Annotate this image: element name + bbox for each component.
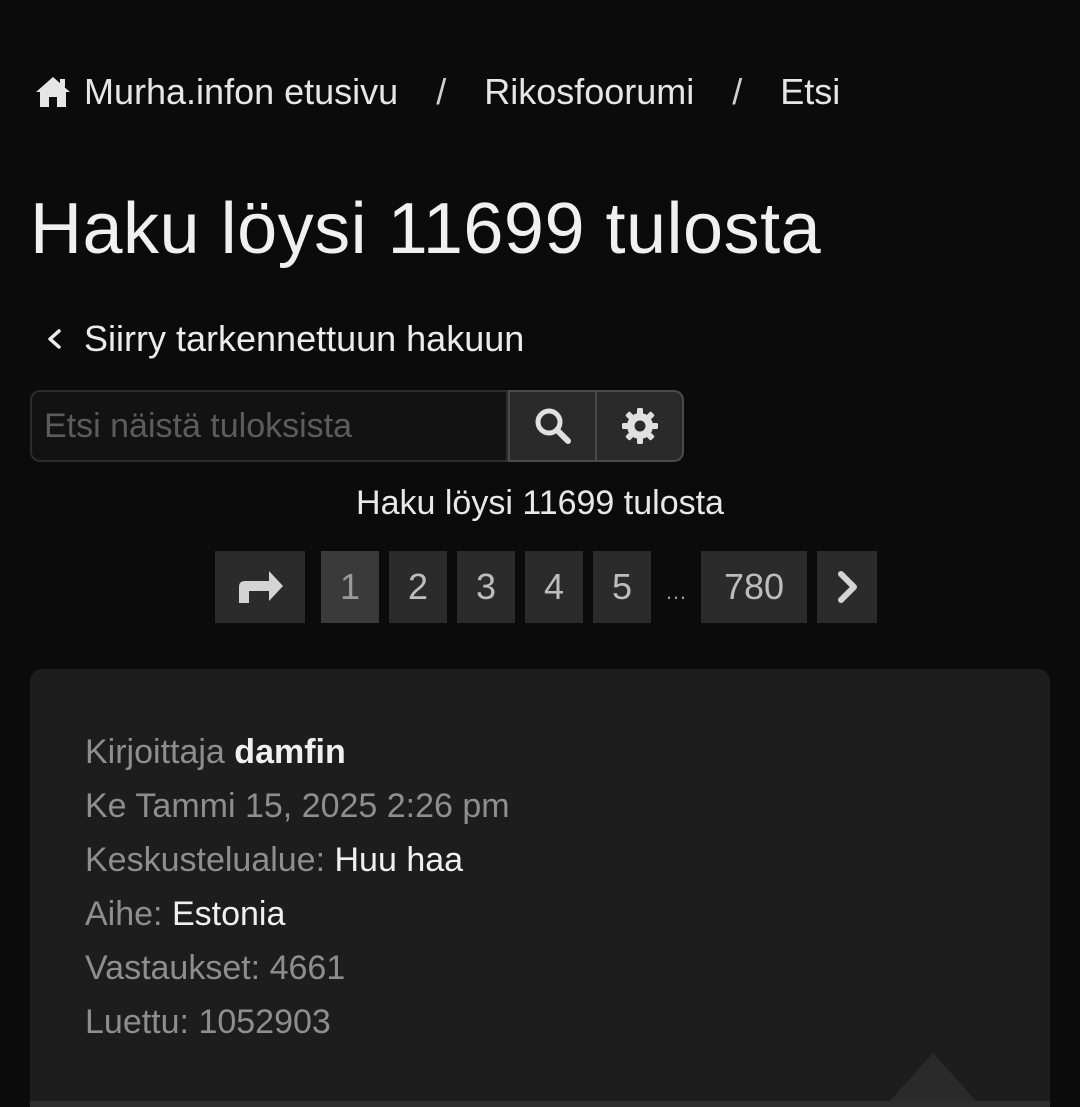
search-icon (535, 408, 571, 444)
breadcrumb: Murha.infon etusivu / Rikosfoorumi / Ets… (34, 64, 840, 120)
result-count: Haku löysi 11699 tulosta (356, 484, 724, 522)
result-forum-row: Keskustelualue: Huu haa (85, 833, 510, 887)
breadcrumb-forum[interactable]: Rikosfoorumi (484, 71, 694, 113)
page-4[interactable]: 4 (525, 551, 583, 623)
search-settings-button[interactable] (596, 390, 684, 462)
page-2[interactable]: 2 (389, 551, 447, 623)
author-link[interactable]: damfin (234, 733, 345, 771)
forum-link[interactable]: Huu haa (335, 841, 464, 879)
views-label: Luettu: (85, 1003, 189, 1041)
result-meta: Kirjoittaja damfin Ke Tammi 15, 2025 2:2… (85, 725, 510, 1049)
result-author-row: Kirjoittaja damfin (85, 725, 510, 779)
search-form (30, 390, 684, 462)
advanced-search-label: Siirry tarkennettuun hakuun (84, 318, 525, 359)
pagination: 1 2 3 4 5 … 780 (215, 551, 877, 623)
breadcrumb-separator: / (732, 71, 743, 112)
breadcrumb-separator: / (436, 71, 447, 112)
breadcrumb-current[interactable]: Etsi (780, 71, 840, 113)
views-count: 1052903 (198, 1003, 331, 1041)
result-topic-row: Aihe: Estonia (85, 887, 510, 941)
result-replies-row: Vastaukset: 4661 (85, 941, 510, 995)
breadcrumb-home-label: Murha.infon etusivu (84, 71, 399, 112)
pagination-ellipsis: … (665, 579, 687, 604)
breadcrumb-home[interactable]: Murha.infon etusivu (34, 71, 398, 113)
chevron-left-icon (48, 329, 61, 349)
advanced-search-link[interactable]: Siirry tarkennettuun hakuun (42, 314, 524, 364)
home-icon (36, 77, 70, 107)
search-button[interactable] (508, 390, 596, 462)
forum-label: Keskustelualue: (85, 841, 326, 879)
gear-icon (621, 408, 658, 444)
jump-to-page-button[interactable] (215, 551, 305, 623)
page-last[interactable]: 780 (701, 551, 807, 623)
page-5[interactable]: 5 (593, 551, 651, 623)
next-page-button[interactable] (817, 551, 877, 623)
page-3[interactable]: 3 (457, 551, 515, 623)
replies-label: Vastaukset: (85, 949, 261, 987)
chevron-right-icon (838, 571, 857, 603)
result-views-row: Luettu: 1052903 (85, 995, 510, 1049)
page-1[interactable]: 1 (321, 551, 379, 623)
share-forward-icon (239, 571, 283, 603)
search-results-page: Murha.infon etusivu / Rikosfoorumi / Ets… (0, 0, 1080, 1107)
result-date: Ke Tammi 15, 2025 2:26 pm (85, 787, 510, 825)
topic-label: Aihe: (85, 895, 163, 933)
search-input[interactable] (30, 390, 508, 462)
card-divider (30, 1101, 1050, 1107)
search-result-card: Kirjoittaja damfin Ke Tammi 15, 2025 2:2… (30, 669, 1050, 1107)
post-preview-arrow (890, 1053, 976, 1101)
replies-count: 4661 (269, 949, 346, 987)
author-label: Kirjoittaja (85, 733, 225, 771)
topic-link[interactable]: Estonia (172, 895, 285, 933)
page-title: Haku löysi 11699 tulosta (30, 189, 822, 269)
